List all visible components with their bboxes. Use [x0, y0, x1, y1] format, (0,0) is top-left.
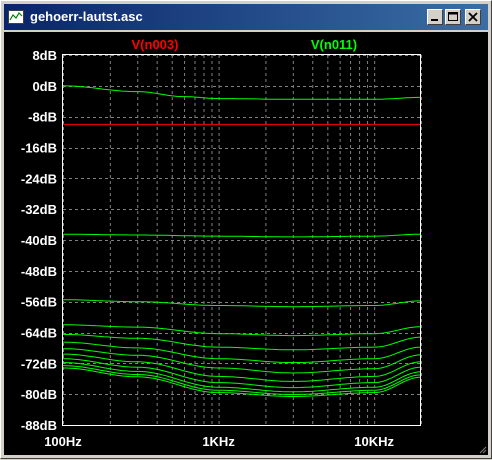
y-tick-label: -32dB: [21, 202, 57, 217]
minimize-button[interactable]: [427, 9, 443, 25]
x-axis-labels: 100Hz 1KHz 10KHz: [44, 434, 394, 449]
y-tick-label: 0dB: [32, 79, 57, 94]
plot-area[interactable]: 8dB 0dB -8dB -16dB -24dB -32dB -40dB -48dB -56dB…: [4, 32, 488, 455]
close-icon: [468, 12, 478, 22]
y-tick-label: -48dB: [21, 264, 57, 279]
y-tick-label: -64dB: [21, 326, 57, 341]
title-bar[interactable]: gehoerr-lautst.asc: [4, 4, 488, 30]
y-tick-label: -8dB: [28, 110, 57, 125]
y-tick-label: -72dB: [21, 356, 57, 371]
legend-v003[interactable]: V(n003): [132, 37, 179, 52]
y-tick-label: 8dB: [32, 48, 57, 63]
close-button[interactable]: [465, 9, 481, 25]
y-tick-label: -40dB: [21, 233, 57, 248]
waveform-window: gehoerr-lautst.asc 8dB 0dB -8dB -16dB -24dB -…: [0, 0, 492, 459]
y-tick-label: -56dB: [21, 295, 57, 310]
bode-plot[interactable]: 8dB 0dB -8dB -16dB -24dB -32dB -40dB -48dB -56dB…: [4, 32, 488, 455]
y-axis-labels: 8dB 0dB -8dB -16dB -24dB -32dB -40dB -48dB -56dB…: [21, 48, 57, 433]
y-tick-label: -80dB: [21, 387, 57, 402]
window-title: gehoerr-lautst.asc: [30, 9, 143, 24]
y-tick-label: -88dB: [21, 418, 57, 433]
maximize-button[interactable]: [445, 9, 461, 25]
legend-v011[interactable]: V(n011): [311, 37, 357, 52]
trace-v-n011-5[interactable]: [62, 333, 422, 351]
waveform-app-icon: [8, 10, 24, 24]
y-tick-label: -24dB: [21, 171, 57, 186]
minimize-icon: [431, 19, 438, 21]
x-tick-label: 1KHz: [202, 434, 235, 449]
resize-grip-icon[interactable]: [479, 446, 487, 454]
maximize-icon: [448, 12, 458, 21]
y-tick-label: -16dB: [21, 141, 57, 156]
x-tick-label: 10KHz: [354, 434, 394, 449]
x-tick-label: 100Hz: [44, 434, 82, 449]
